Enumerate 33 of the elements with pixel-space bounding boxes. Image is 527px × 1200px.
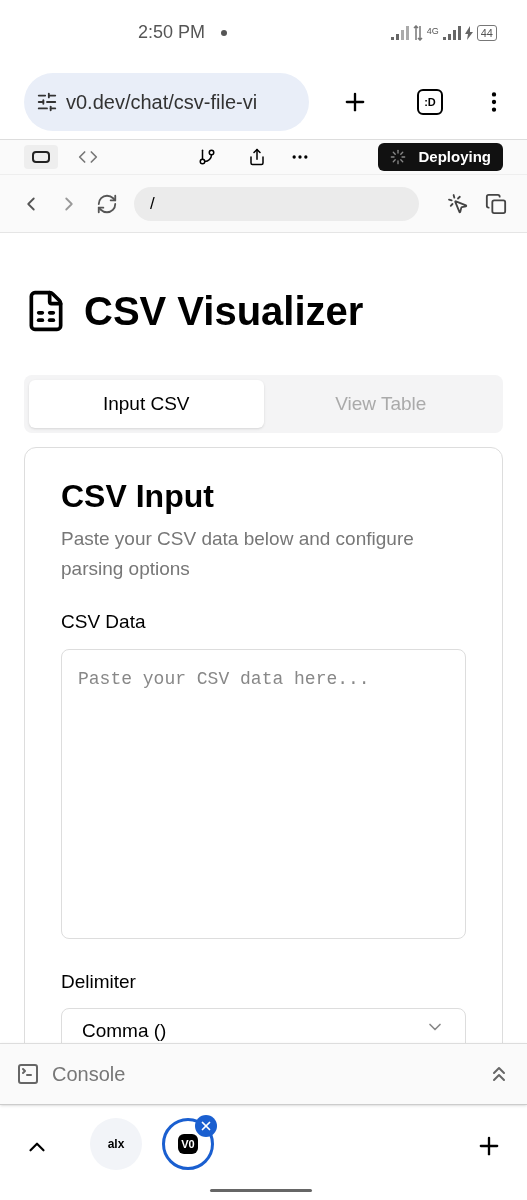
open-window-icon[interactable] (485, 192, 507, 215)
terminal-icon (16, 1062, 40, 1086)
deploy-button[interactable]: Deploying (378, 143, 503, 171)
path-field[interactable]: / (134, 186, 419, 221)
select-element-icon[interactable] (447, 192, 469, 215)
tab-group-item[interactable]: V0 (162, 1118, 214, 1170)
network-type: 4G (426, 24, 439, 38)
share-icon[interactable] (248, 148, 266, 166)
data-arrows-icon (412, 24, 423, 41)
preview-toggle-button[interactable] (24, 145, 58, 169)
battery-level: 44 (476, 24, 497, 41)
charging-icon (464, 25, 473, 40)
tab-group-item[interactable]: alx (90, 1118, 142, 1170)
field-label: Delimiter (61, 969, 137, 994)
signal-icon (390, 25, 409, 40)
console-label: Console (52, 1062, 126, 1087)
card-description: Paste your CSV data below and configure parsing options (61, 527, 415, 581)
card-title: CSV Input (61, 477, 215, 516)
status-time: 2:50 PM (138, 21, 206, 44)
tab[interactable]: Input CSV (29, 380, 264, 428)
address-bar[interactable]: v0.dev/chat/csv-file-vi (24, 73, 309, 131)
branch-icon[interactable] (198, 148, 216, 166)
field-label: CSV Data (61, 610, 147, 634)
console-bar[interactable]: Console (0, 1043, 527, 1105)
signal-icon (442, 25, 461, 40)
csv-data-field[interactable]: Paste your CSV data here... (61, 648, 466, 939)
site-settings-icon[interactable] (36, 91, 58, 113)
close-icon[interactable] (195, 1115, 217, 1137)
tab-count-button[interactable]: :D (417, 89, 443, 115)
url-text: v0.dev/chat/csv-file-vi (66, 90, 258, 115)
reload-icon[interactable] (96, 192, 118, 215)
page-title: CSV Visualizer (84, 288, 364, 335)
spinner-icon (390, 149, 407, 165)
